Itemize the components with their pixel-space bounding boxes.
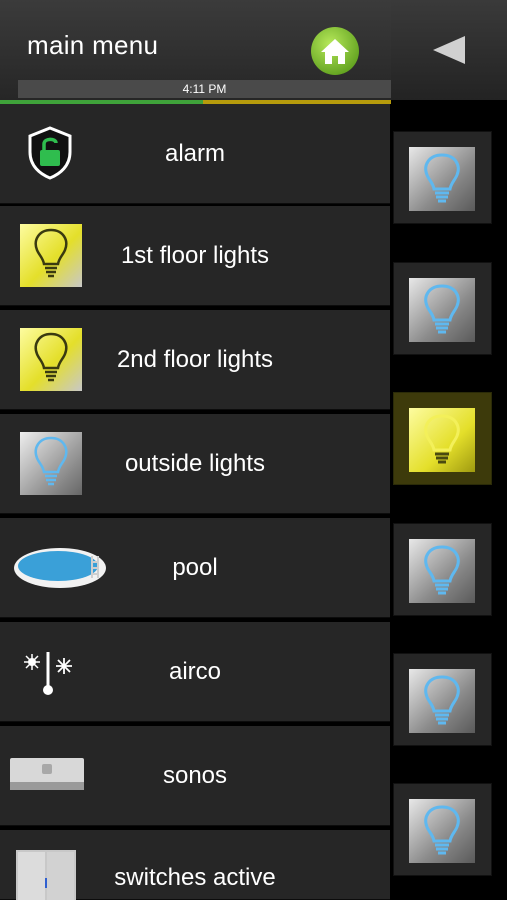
main-menu-panel: main menu 4:11 PM alarm 1st floor lights… [0, 0, 391, 900]
status-time-bar: 4:11 PM [18, 80, 391, 98]
lightbulb-off-icon [409, 278, 475, 342]
lightbulb-off-icon [409, 669, 475, 733]
clock-time: 4:11 PM [182, 82, 227, 96]
menu-item-2nd-floor-lights[interactable]: 2nd floor lights [0, 310, 390, 410]
light-tile-4[interactable] [393, 523, 492, 616]
menu-item-label: switches active [114, 864, 276, 891]
menu-item-label: 1st floor lights [120, 242, 270, 269]
menu-item-label: pool [172, 554, 218, 581]
menu-item-outside-lights[interactable]: outside lights [0, 414, 390, 514]
right-header [391, 0, 507, 100]
menu-header: main menu 4:11 PM [0, 0, 391, 104]
light-tile-3[interactable] [393, 392, 492, 485]
menu-item-label: alarm [164, 140, 225, 167]
lightbulb-on-icon [409, 408, 475, 472]
menu-item-pool[interactable]: pool [0, 518, 390, 618]
lightbulb-off-icon [409, 799, 475, 863]
page-title: main menu [27, 30, 159, 60]
home-icon[interactable] [310, 26, 360, 76]
menu-item-airco[interactable]: airco [0, 622, 390, 722]
lightbulb-off-icon [409, 147, 475, 211]
menu-item-alarm[interactable]: alarm [0, 104, 390, 204]
menu-item-label: sonos [162, 762, 228, 789]
menu-item-label: 2nd floor lights [116, 346, 274, 373]
right-panel [391, 0, 507, 900]
menu-item-sonos[interactable]: sonos [0, 726, 390, 826]
light-tile-5[interactable] [393, 653, 492, 746]
back-arrow-icon[interactable] [431, 34, 467, 66]
menu-item-1st-floor-lights[interactable]: 1st floor lights [0, 206, 390, 306]
light-tile-2[interactable] [393, 262, 492, 355]
light-tile-1[interactable] [393, 131, 492, 224]
light-tile-6[interactable] [393, 783, 492, 876]
lightbulb-off-icon [409, 539, 475, 603]
menu-item-switches-active[interactable]: switches active [0, 830, 390, 900]
menu-item-label: outside lights [124, 450, 266, 477]
menu-item-label: airco [168, 658, 222, 685]
